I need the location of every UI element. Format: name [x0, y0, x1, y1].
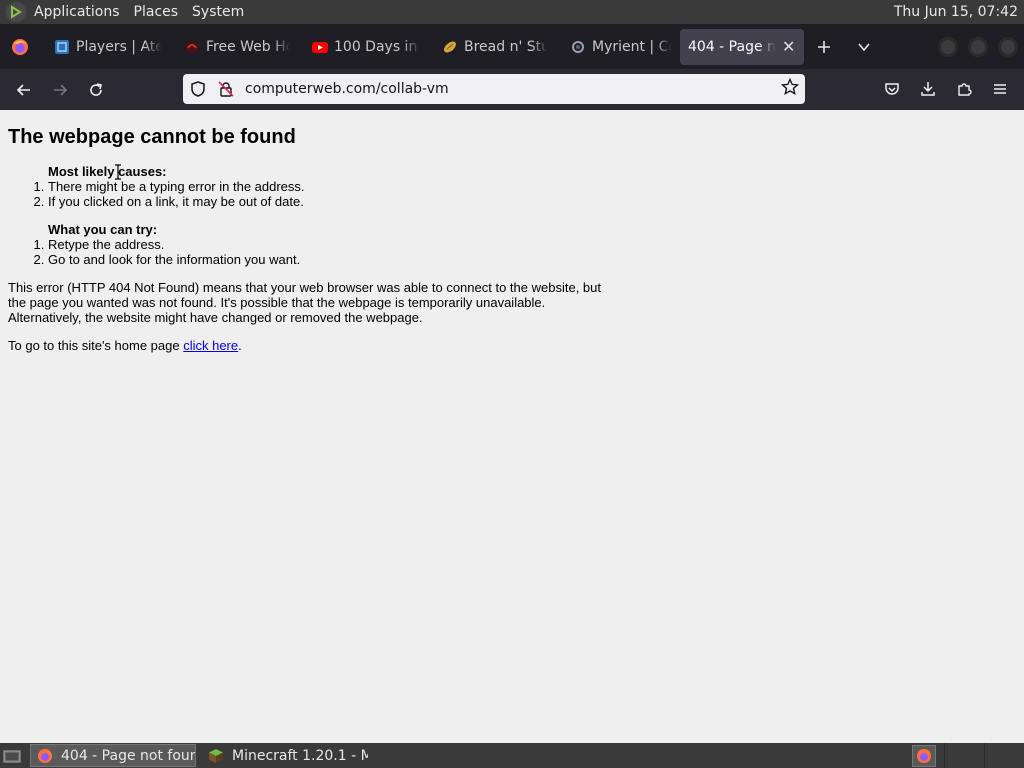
toolbar-right — [874, 73, 1018, 105]
menu-places[interactable]: Places — [134, 4, 179, 20]
try-title: What you can try: — [48, 222, 158, 237]
top-panel: Applications Places System Thu Jun 15, 0… — [0, 0, 1024, 24]
causes-title: Most likely causes: — [48, 164, 167, 179]
list-item: Go to and look for the information you w… — [48, 252, 1024, 267]
firefox-icon — [917, 748, 931, 763]
firefox-menu-icon[interactable] — [0, 24, 40, 69]
navigation-toolbar: computerweb.com/collab-vm — [0, 69, 1024, 110]
url-text[interactable]: computerweb.com/collab-vm — [245, 81, 449, 97]
chevron-down-icon — [858, 42, 870, 51]
reload-icon — [90, 82, 102, 96]
list-item: There might be a typing error in the add… — [48, 179, 1024, 194]
forward-button[interactable] — [42, 74, 78, 106]
show-desktop-icon — [3, 750, 21, 762]
pocket-icon — [885, 83, 899, 95]
try-list: Retype the address. Go to and look for t… — [48, 237, 1024, 267]
tab-myrient[interactable]: Myrient | Cont — [556, 29, 680, 65]
list-all-tabs-button[interactable] — [844, 29, 884, 65]
hamburger-menu-icon — [994, 84, 1006, 94]
close-window-button[interactable] — [998, 36, 1018, 57]
bottom-taskbar: 404 - Page not foun... Minecraft 1.20.1 … — [0, 743, 1024, 768]
aternos-icon — [54, 39, 70, 55]
tab-title: Bread n' Stuff — [464, 38, 548, 55]
webhost-icon — [184, 39, 200, 55]
reload-button[interactable] — [78, 74, 114, 106]
minecraft-grass-block-icon — [209, 748, 223, 763]
myrient-icon — [570, 39, 586, 55]
taskbar-item-label: Minecraft 1.20.1 - M... — [232, 747, 368, 764]
address-bar[interactable]: computerweb.com/collab-vm — [183, 74, 805, 104]
extensions-button[interactable] — [946, 73, 982, 105]
home-prefix: To go to this site's home page — [8, 338, 184, 353]
home-page-line: To go to this site's home page click her… — [8, 338, 608, 353]
menu-system[interactable]: System — [192, 4, 244, 20]
list-item: Retype the address. — [48, 237, 1024, 252]
minimize-window-button[interactable] — [938, 36, 958, 57]
workspace-3[interactable] — [984, 743, 1024, 768]
back-button[interactable] — [6, 74, 42, 106]
system-tray — [912, 743, 1024, 768]
downloads-button[interactable] — [910, 73, 946, 105]
download-icon — [921, 82, 935, 96]
app-menu-button[interactable] — [982, 73, 1018, 105]
workspace-1[interactable] — [912, 744, 936, 767]
home-page-link[interactable]: click here — [183, 338, 238, 353]
insecure-connection-icon[interactable] — [217, 80, 235, 98]
taskbar-item-label: 404 - Page not foun... — [61, 747, 195, 764]
bookmark-star-icon[interactable] — [780, 77, 800, 100]
bread-icon — [442, 39, 458, 55]
taskbar-item-minecraft[interactable]: Minecraft 1.20.1 - M... — [202, 744, 368, 767]
page-heading: The webpage cannot be found — [8, 126, 296, 148]
back-arrow-icon — [16, 83, 30, 96]
tab-strip: Players | Atern Free Web Hos 100 Days in… — [0, 24, 1024, 69]
pocket-button[interactable] — [874, 73, 910, 105]
tracking-protection-shield-icon[interactable] — [189, 80, 207, 98]
tab-free-web-hosting[interactable]: Free Web Hos — [170, 29, 298, 65]
menu-applications[interactable]: Applications — [34, 4, 120, 20]
home-suffix: . — [238, 338, 242, 353]
forward-arrow-icon — [54, 83, 68, 96]
list-item: If you clicked on a link, it may be out … — [48, 194, 1024, 209]
tab-title: Players | Atern — [76, 38, 162, 55]
tab-title: 404 - Page not — [688, 38, 776, 55]
text-cursor-icon — [115, 164, 121, 180]
tab-title: Free Web Hos — [206, 38, 290, 55]
close-tab-icon[interactable]: ✕ — [782, 37, 795, 56]
maximize-window-button[interactable] — [968, 36, 988, 57]
tab-404-page-not-found[interactable]: 404 - Page not ✕ — [680, 28, 804, 65]
clock[interactable]: Thu Jun 15, 07:42 — [894, 4, 1018, 20]
tab-title: Myrient | Cont — [592, 38, 672, 55]
tab-100-days[interactable]: 100 Days in Vi — [298, 29, 428, 65]
error-explanation: This error (HTTP 404 Not Found) means th… — [8, 280, 601, 325]
distro-logo-icon[interactable] — [6, 2, 26, 22]
plus-icon — [818, 40, 830, 53]
workspace-2[interactable] — [944, 743, 984, 768]
show-desktop-button[interactable] — [0, 743, 24, 768]
firefox-icon — [38, 748, 52, 763]
youtube-icon — [312, 39, 328, 55]
tab-title: 100 Days in Vi — [334, 38, 420, 55]
tab-bread-n-stuff[interactable]: Bread n' Stuff — [428, 29, 556, 65]
causes-list: There might be a typing error in the add… — [48, 179, 1024, 209]
puzzle-icon — [958, 83, 972, 96]
new-tab-button[interactable] — [804, 29, 844, 65]
tab-players-aternos[interactable]: Players | Atern — [40, 29, 170, 65]
window-controls — [938, 36, 1018, 57]
taskbar-item-firefox[interactable]: 404 - Page not foun... — [30, 744, 196, 767]
page-content: The webpage cannot be found Most likely … — [0, 110, 1024, 743]
